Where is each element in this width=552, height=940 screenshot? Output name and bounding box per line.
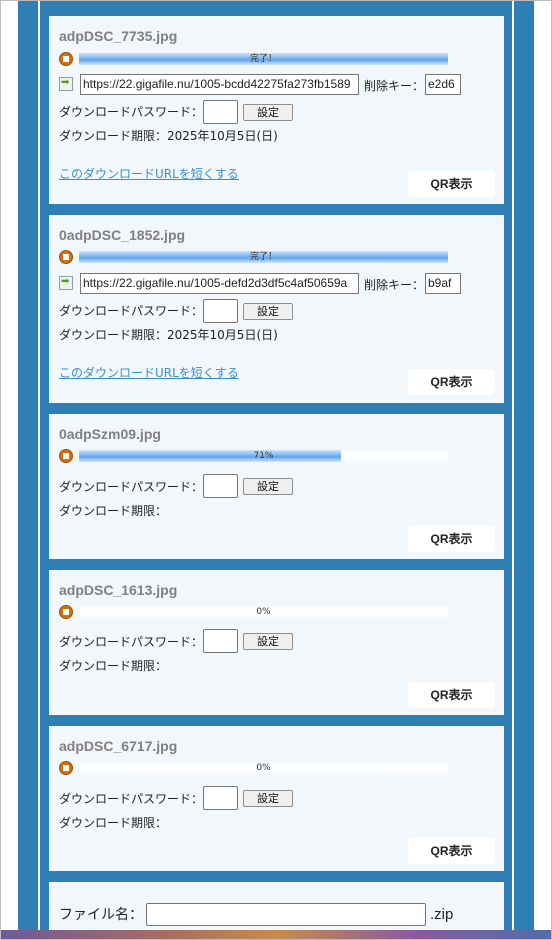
progress-text: 完了！	[249, 252, 277, 262]
zip-filename-card: ファイル名： .zip	[49, 882, 504, 932]
set-password-button[interactable]: 設定	[243, 104, 293, 121]
expiry-label: ダウンロード期限：2025年10月5日(日)	[59, 328, 278, 342]
delete-key-field[interactable]: b9af	[425, 273, 461, 294]
password-input[interactable]	[203, 629, 238, 653]
password-input[interactable]	[203, 100, 238, 124]
progress-bar: 完了！	[79, 53, 448, 65]
qr-button[interactable]: QR表示	[408, 526, 495, 552]
download-url-field[interactable]: https://22.gigafile.nu/1005-bcdd42275fa2…	[80, 74, 359, 95]
zip-extension-label: .zip	[430, 906, 454, 923]
qr-button[interactable]: QR表示	[408, 682, 495, 708]
stop-upload-icon[interactable]	[59, 449, 73, 463]
password-input[interactable]	[203, 299, 238, 323]
progress-bar: 71%	[79, 450, 448, 462]
password-label: ダウンロードパスワード：	[59, 635, 204, 649]
progress-text: 71%	[253, 451, 274, 461]
stop-upload-icon[interactable]	[59, 605, 73, 619]
upload-card: adpDSC_1613.jpg 0% ダウンロードパスワード： 設定 ダウンロー…	[49, 570, 504, 715]
shorten-url-link[interactable]: このダウンロードURLを短くする	[59, 165, 239, 182]
password-input[interactable]	[203, 786, 238, 810]
delete-key-label: 削除キー：	[364, 79, 425, 93]
progress-text: 完了！	[249, 54, 277, 64]
upload-card: 0adpSzm09.jpg 71% ダウンロードパスワード： 設定 ダウンロード…	[49, 414, 504, 559]
download-url-field[interactable]: https://22.gigafile.nu/1005-defd2d3df5c4…	[80, 273, 359, 294]
delete-key-field[interactable]: e2d6	[425, 74, 461, 95]
zip-filename-label: ファイル名：	[59, 907, 143, 923]
set-password-button[interactable]: 設定	[243, 478, 293, 495]
expiry-label: ダウンロード期限：	[59, 816, 168, 830]
password-label: ダウンロードパスワード：	[59, 105, 204, 119]
file-name: adpDSC_6717.jpg	[59, 738, 178, 754]
file-name: adpDSC_1613.jpg	[59, 582, 178, 598]
password-label: ダウンロードパスワード：	[59, 792, 204, 806]
file-name: adpDSC_7735.jpg	[59, 28, 178, 44]
footer-decoration	[0, 930, 552, 940]
qr-button[interactable]: QR表示	[408, 171, 495, 197]
progress-bar: 完了！	[79, 251, 448, 263]
password-label: ダウンロードパスワード：	[59, 304, 204, 318]
progress-bar: 0%	[79, 606, 448, 618]
shorten-url-link[interactable]: このダウンロードURLを短くする	[59, 364, 239, 381]
qr-button[interactable]: QR表示	[408, 369, 495, 395]
delete-key-label: 削除キー：	[364, 278, 425, 292]
progress-text: 0%	[256, 763, 271, 773]
upload-card: 0adpDSC_1852.jpg 完了！ https://22.gigafile…	[49, 215, 504, 403]
expiry-label: ダウンロード期限：	[59, 659, 168, 673]
qr-button[interactable]: QR表示	[408, 838, 495, 864]
file-name: 0adpDSC_1852.jpg	[59, 227, 186, 243]
file-name: 0adpSzm09.jpg	[59, 426, 161, 442]
set-password-button[interactable]: 設定	[243, 790, 293, 807]
set-password-button[interactable]: 設定	[243, 303, 293, 320]
expiry-label: ダウンロード期限：2025年10月5日(日)	[59, 129, 278, 143]
stop-upload-icon[interactable]	[59, 761, 73, 775]
password-input[interactable]	[203, 474, 238, 498]
stop-upload-icon[interactable]	[59, 52, 73, 66]
open-url-icon[interactable]	[59, 276, 73, 290]
stop-upload-icon[interactable]	[59, 250, 73, 264]
open-url-icon[interactable]	[59, 77, 73, 91]
password-label: ダウンロードパスワード：	[59, 480, 204, 494]
upload-card: adpDSC_7735.jpg 完了！ https://22.gigafile.…	[49, 16, 504, 204]
zip-filename-input[interactable]	[146, 903, 426, 926]
set-password-button[interactable]: 設定	[243, 633, 293, 650]
progress-text: 0%	[256, 607, 271, 617]
expiry-label: ダウンロード期限：	[59, 504, 168, 518]
upload-card: adpDSC_6717.jpg 0% ダウンロードパスワード： 設定 ダウンロー…	[49, 726, 504, 871]
progress-bar: 0%	[79, 762, 448, 774]
